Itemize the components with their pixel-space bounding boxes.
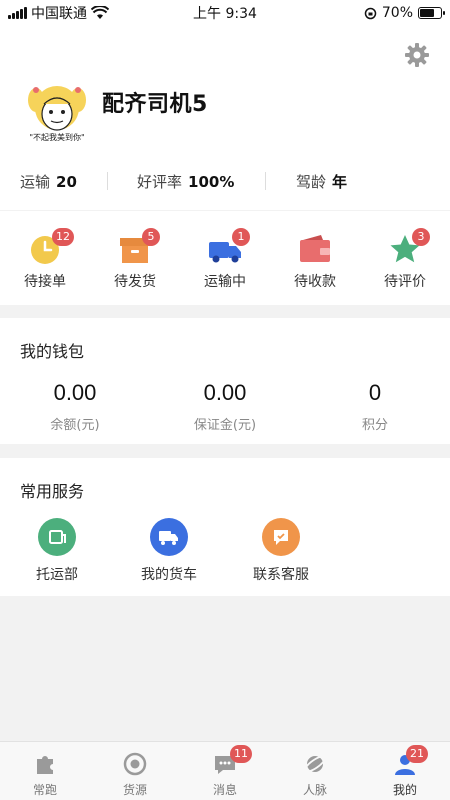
stat-value: 年 — [332, 172, 348, 191]
wallet-value: 0 — [368, 380, 382, 405]
service-label: 托运部 — [36, 567, 78, 583]
wallet-deposit[interactable]: 0.00 保证金(元) — [150, 380, 300, 433]
wifi-icon — [91, 6, 109, 19]
profile-stats: 运输 20 好评率 100% 驾龄年 — [0, 168, 450, 194]
section-title: 常用服务 — [20, 482, 85, 501]
stat-driving-age: 驾龄年 — [296, 171, 347, 192]
service-support[interactable]: 联系客服 — [226, 518, 336, 584]
order-pending-payment[interactable]: 待收款 — [270, 211, 360, 305]
username: 配齐司机5 — [102, 92, 208, 117]
order-status-row: 12 待接单 5 待发货 1 运输中 待收款 3 待评价 — [0, 211, 450, 305]
services-section: 常用服务 托运部 我的货车 联系客服 — [0, 458, 450, 596]
stat-rating: 好评率 100% — [137, 171, 234, 192]
gear-icon[interactable] — [404, 42, 430, 68]
wallet-label: 保证金(元) — [193, 418, 257, 433]
signal-icon — [8, 7, 27, 19]
wallet-value: 0.00 — [53, 380, 97, 405]
order-label: 待接单 — [24, 274, 66, 290]
status-bar: 中国联通 上午 9:34 70% — [0, 0, 450, 26]
wallet-label: 积分 — [361, 418, 388, 433]
badge: 21 — [406, 745, 428, 763]
tab-cargo-source[interactable]: 货源 — [90, 742, 180, 800]
stat-value: 20 — [56, 172, 77, 191]
badge: 5 — [142, 228, 160, 246]
badge: 12 — [52, 228, 74, 246]
divider — [265, 172, 266, 190]
wallet-value: 0.00 — [203, 380, 247, 405]
avatar-caption: "不起我美到你" — [29, 133, 85, 142]
order-in-transit[interactable]: 1 运输中 — [180, 211, 270, 305]
stat-transport: 运输 20 — [20, 171, 77, 192]
battery-percent: 70% — [381, 5, 413, 21]
wallet-section: 我的钱包 0.00 余额(元) 0.00 保证金(元) 0 积分 — [0, 318, 450, 444]
wallet-points[interactable]: 0 积分 — [300, 380, 450, 433]
service-my-truck[interactable]: 我的货车 — [114, 518, 224, 584]
tab-messages[interactable]: 11 消息 — [180, 742, 270, 800]
carrier-label: 中国联通 — [31, 6, 87, 22]
badge: 11 — [230, 745, 252, 763]
battery-icon — [418, 7, 445, 19]
order-label: 运输中 — [204, 274, 246, 290]
status-right: 70% — [292, 5, 445, 21]
stat-value: 100% — [188, 172, 235, 191]
stat-label: 运输 — [20, 172, 51, 191]
tab-mine[interactable]: 21 我的 — [360, 742, 450, 800]
order-label: 待评价 — [384, 274, 426, 290]
order-pending-ship[interactable]: 5 待发货 — [90, 211, 180, 305]
stat-label: 好评率 — [137, 172, 183, 191]
order-pending-accept[interactable]: 12 待接单 — [0, 211, 90, 305]
stat-label: 驾龄 — [296, 172, 327, 191]
badge: 3 — [412, 228, 430, 246]
order-label: 待发货 — [114, 274, 156, 290]
profile-header: "不起我美到你" 配齐司机5 运输 20 好评率 100% 驾龄年 — [0, 26, 450, 210]
section-title: 我的钱包 — [20, 342, 85, 361]
wallet-icon — [300, 235, 330, 262]
tab-label: 人脉 — [302, 783, 327, 797]
orientation-lock-icon — [364, 7, 377, 19]
tab-label: 消息 — [212, 783, 237, 797]
wallet-balance[interactable]: 0.00 余额(元) — [0, 380, 150, 433]
truck-icon — [150, 518, 188, 556]
status-left: 中国联通 — [8, 3, 158, 23]
tab-bar: 常跑 货源 11 消息 人脉 21 我的 — [0, 741, 450, 800]
target-icon — [123, 752, 147, 776]
service-consign[interactable]: 托运部 — [2, 518, 112, 584]
puzzle-icon — [37, 756, 53, 774]
consign-icon — [38, 518, 76, 556]
tab-regular[interactable]: 常跑 — [0, 742, 90, 800]
tab-label: 货源 — [122, 783, 147, 797]
planet-icon — [304, 755, 326, 773]
divider — [107, 172, 108, 190]
wallet-label: 余额(元) — [50, 418, 100, 433]
status-time: 上午 9:34 — [193, 6, 257, 22]
tab-connections[interactable]: 人脉 — [270, 742, 360, 800]
tab-label: 我的 — [392, 783, 417, 797]
service-label: 我的货车 — [141, 567, 197, 583]
tab-label: 常跑 — [32, 783, 57, 797]
chat-icon — [262, 518, 300, 556]
badge: 1 — [232, 228, 250, 246]
order-label: 待收款 — [294, 274, 336, 290]
order-pending-review[interactable]: 3 待评价 — [360, 211, 450, 305]
service-label: 联系客服 — [253, 567, 309, 583]
